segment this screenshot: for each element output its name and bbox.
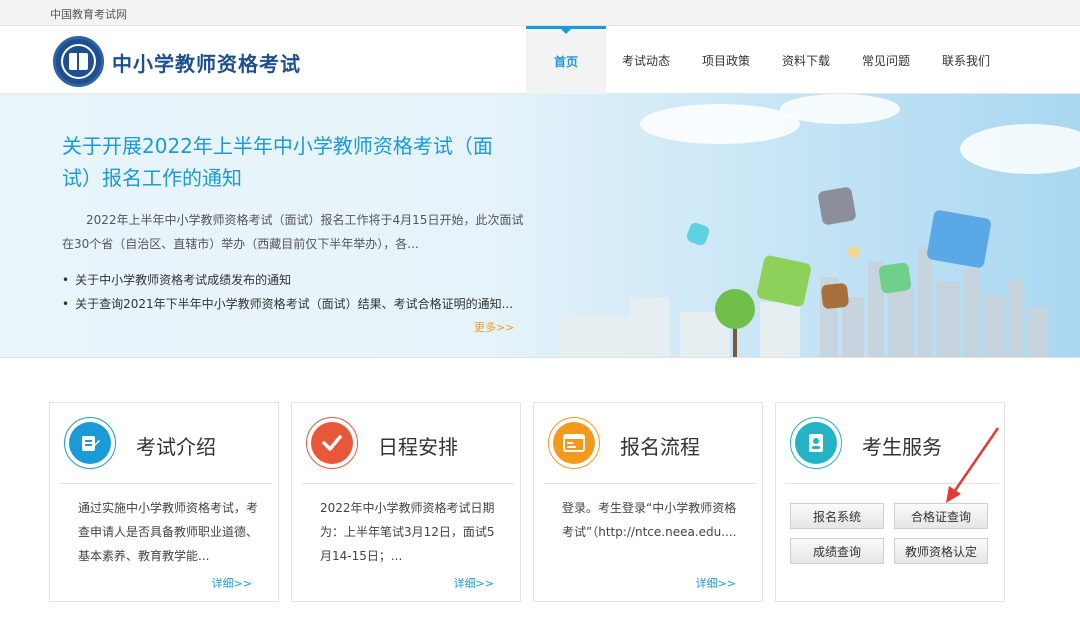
logo-title[interactable]: 中小学教师资格考试 — [112, 48, 301, 77]
checkmark-icon — [306, 417, 358, 469]
cloud-decoration — [780, 94, 900, 124]
card-exam-intro: 考试介绍 通过实施中小学教师资格考试，考查申请人是否具备教师职业道德、基本素养、… — [49, 402, 279, 602]
nav-item-home[interactable]: 首页 — [526, 26, 606, 94]
card-title: 考生服务 — [862, 435, 942, 459]
card-more-link[interactable]: 详细>> — [696, 575, 736, 591]
card-candidate-services: 考生服务 报名系统 合格证查询 成绩查询 教师资格认定 — [775, 402, 1005, 602]
banner-link[interactable]: 关于查询2021年下半年中小学教师资格考试（面试）结果、考试合格证明的通知... — [62, 292, 532, 316]
city-skyline — [560, 317, 630, 357]
card-divider — [302, 483, 514, 484]
registration-system-button[interactable]: 报名系统 — [790, 503, 884, 529]
banner-link[interactable]: 关于中小学教师资格考试成绩发布的通知 — [62, 268, 532, 292]
card-text: 2022年中小学教师资格考试日期为：上半年笔试3月12日，面试5月14-15日；… — [320, 501, 495, 563]
card-schedule: 日程安排 2022年中小学教师资格考试日期为：上半年笔试3月12日，面试5月14… — [291, 402, 521, 602]
main-nav: 首页 考试动态 项目政策 资料下载 常见问题 联系我们 — [526, 26, 1006, 94]
card-title: 日程安排 — [378, 435, 458, 459]
cloud-decoration — [640, 104, 800, 144]
card-divider — [786, 483, 998, 484]
registration-form-icon — [548, 417, 600, 469]
banner-link-list: 关于中小学教师资格考试成绩发布的通知 关于查询2021年下半年中小学教师资格考试… — [62, 268, 532, 316]
card-title: 考试介绍 — [136, 435, 216, 459]
site-name[interactable]: 中国教育考试网 — [50, 6, 127, 22]
teacher-qualification-button[interactable]: 教师资格认定 — [894, 538, 988, 564]
nav-item-policy[interactable]: 项目政策 — [686, 26, 766, 94]
address-book-icon — [790, 417, 842, 469]
score-query-button[interactable]: 成绩查询 — [790, 538, 884, 564]
logo-emblem-icon[interactable] — [53, 36, 104, 87]
nav-item-downloads[interactable]: 资料下载 — [766, 26, 846, 94]
card-more-link[interactable]: 详细>> — [212, 575, 252, 591]
nav-item-contact[interactable]: 联系我们 — [926, 26, 1006, 94]
cloud-decoration — [960, 124, 1080, 174]
banner-more-link[interactable]: 更多>> — [474, 319, 514, 335]
card-more-link[interactable]: 详细>> — [454, 575, 494, 591]
card-registration-process: 报名流程 登录。考生登录“中小学教师资格考试”（http://ntce.neea… — [533, 402, 763, 602]
top-bar: 中国教育考试网 — [0, 0, 1080, 26]
banner-title[interactable]: 关于开展2022年上半年中小学教师资格考试（面试）报名工作的通知 — [62, 130, 512, 194]
certificate-query-button[interactable]: 合格证查询 — [894, 503, 988, 529]
banner-summary: 2022年上半年中小学教师资格考试（面试）报名工作将于4月15日开始，此次面试在… — [62, 213, 524, 251]
card-title: 报名流程 — [620, 435, 700, 459]
floating-cube-decoration — [685, 221, 711, 247]
card-text: 登录。考生登录“中小学教师资格考试”（http://ntce.neea.edu.… — [562, 501, 737, 539]
document-edit-icon — [64, 417, 116, 469]
header: 中小学教师资格考试 首页 考试动态 项目政策 资料下载 常见问题 联系我们 — [0, 26, 1080, 94]
card-divider — [60, 483, 272, 484]
nav-item-exam-news[interactable]: 考试动态 — [606, 26, 686, 94]
nav-item-faq[interactable]: 常见问题 — [846, 26, 926, 94]
hero-banner: 关于开展2022年上半年中小学教师资格考试（面试）报名工作的通知 2022年上半… — [0, 94, 1080, 358]
card-divider — [544, 483, 756, 484]
card-text: 通过实施中小学教师资格考试，考查申请人是否具备教师职业道德、基本素养、教育教学能… — [78, 501, 259, 563]
